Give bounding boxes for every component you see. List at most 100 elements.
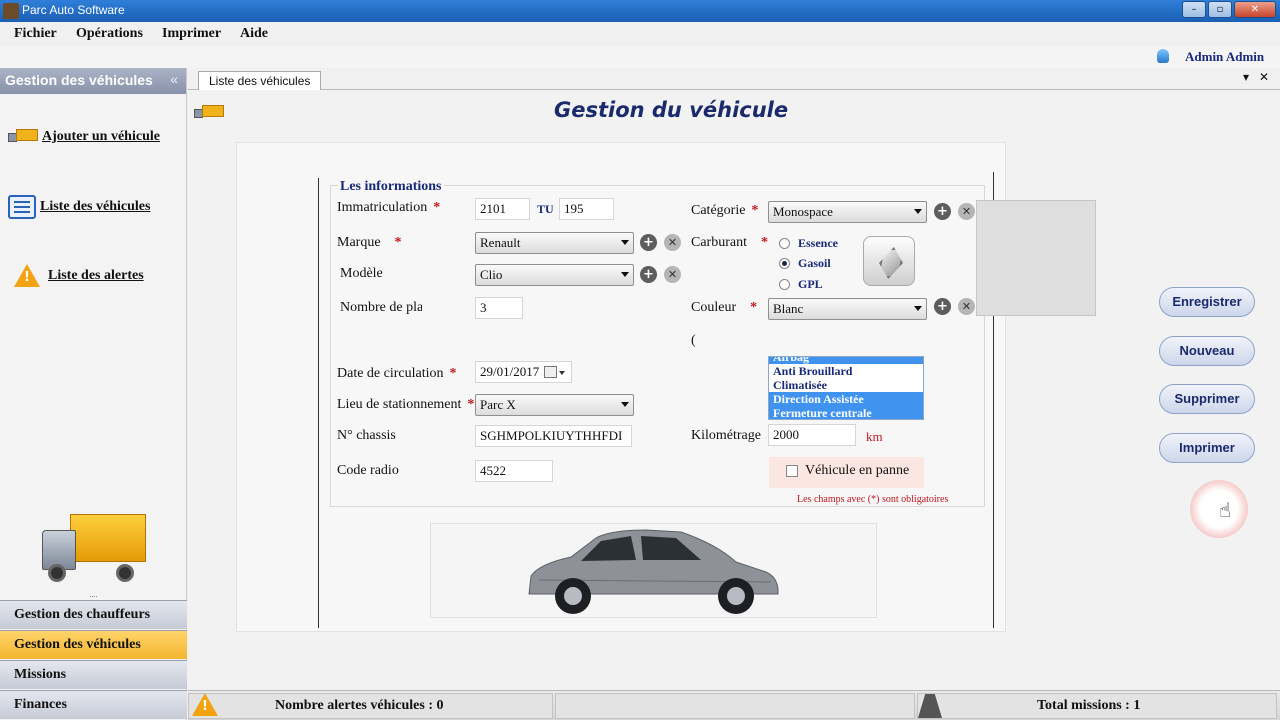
status-bar: Nombre alertes véhicules : 0 Total missi…: [188, 690, 1280, 720]
date-circulation-input[interactable]: 29/01/2017: [475, 361, 572, 383]
truck-icon: [8, 128, 38, 146]
couleur-label: Couleur *: [691, 300, 758, 315]
kilometrage-input[interactable]: 2000: [768, 424, 856, 446]
window-title-bar: Parc Auto Software – ▫ ✕: [0, 0, 1280, 22]
user-bar: Admin Admin: [0, 46, 1280, 68]
sidebar-link-alert-list[interactable]: Liste des alertes: [14, 264, 144, 287]
option-direction-assistee[interactable]: Direction Assistée: [769, 392, 923, 406]
vehicle-photo-box[interactable]: [976, 200, 1096, 316]
marque-label: Marque *: [337, 235, 402, 250]
remove-modele-icon[interactable]: ✕: [664, 266, 681, 283]
add-marque-icon[interactable]: +: [640, 234, 657, 251]
sidebar-link-label: Liste des véhicules: [40, 199, 151, 214]
save-button[interactable]: Enregistrer: [1159, 287, 1255, 317]
sidebar-link-vehicle-list[interactable]: Liste des véhicules: [8, 195, 150, 219]
immatriculation-separator: TU: [537, 202, 554, 216]
nav-missions[interactable]: Missions: [0, 660, 187, 689]
remove-marque-icon[interactable]: ✕: [664, 234, 681, 251]
app-icon: [3, 3, 19, 19]
option-airbag[interactable]: Airbag: [769, 357, 923, 364]
lieu-select[interactable]: Parc X: [475, 394, 634, 416]
options-label-partial: (: [691, 333, 696, 348]
nav-finances[interactable]: Finances: [0, 690, 187, 719]
sidebar-link-label: Liste des alertes: [48, 267, 144, 283]
categorie-label: Catégorie *: [691, 203, 759, 218]
collapse-sidebar-icon[interactable]: «: [170, 71, 178, 87]
tab-vehicle-list[interactable]: Liste des véhicules: [198, 71, 322, 91]
car-icon: [528, 529, 779, 614]
information-group-title: Les informations: [338, 179, 444, 195]
menu-aide[interactable]: Aide: [240, 26, 268, 42]
lieu-label: Lieu de stationnement *: [337, 397, 475, 412]
new-button[interactable]: Nouveau: [1159, 336, 1255, 366]
sidebar-link-add-vehicle[interactable]: Ajouter un véhicule: [8, 128, 160, 146]
radio-code-label: Code radio: [337, 463, 399, 478]
date-circulation-label: Date de circulation *: [337, 366, 457, 381]
immatriculation-part1-input[interactable]: 2101: [475, 198, 530, 220]
fuel-radio-gasoil[interactable]: Gasoil: [779, 256, 831, 271]
window-title: Parc Auto Software: [22, 3, 125, 17]
marque-select[interactable]: Renault: [475, 232, 634, 254]
vehicle-image-box: [430, 523, 877, 618]
add-couleur-icon[interactable]: +: [934, 298, 951, 315]
remove-couleur-icon[interactable]: ✕: [958, 298, 975, 315]
option-anti-brouillard[interactable]: Anti Brouillard: [769, 364, 923, 378]
nav-gestion-chauffeurs[interactable]: Gestion des chauffeurs: [0, 600, 187, 629]
close-window-button[interactable]: ✕: [1234, 1, 1276, 18]
menu-imprimer[interactable]: Imprimer: [162, 26, 221, 42]
places-label: Nombre de pla: [340, 300, 422, 315]
list-icon: [8, 195, 36, 219]
minimize-button[interactable]: –: [1182, 1, 1206, 18]
sidebar-header: Gestion des véhicules «: [0, 68, 186, 94]
panne-checkbox-row[interactable]: Véhicule en panne: [769, 457, 924, 488]
menu-operations[interactable]: Opérations: [76, 26, 143, 42]
chassis-label: N° chassis: [337, 428, 396, 443]
radio-code-input[interactable]: 4522: [475, 460, 553, 482]
user-icon: [1157, 49, 1169, 63]
menu-bar: Fichier Opérations Imprimer Aide: [0, 22, 1280, 46]
delete-button[interactable]: Supprimer: [1159, 384, 1255, 414]
categorie-select[interactable]: Monospace: [768, 201, 927, 223]
sidebar: Gestion des véhicules « Ajouter un véhic…: [0, 68, 187, 720]
modele-select[interactable]: Clio: [475, 264, 634, 286]
tab-menu-icon[interactable]: ▾: [1243, 70, 1249, 84]
required-note: Les champs avec (*) sont obligatoires: [797, 494, 949, 505]
option-climatisee[interactable]: Climatisée: [769, 378, 923, 392]
tab-bar: Liste des véhicules ▾ ✕: [188, 68, 1280, 91]
missions-count: Total missions : 1: [1037, 698, 1141, 713]
calendar-icon[interactable]: [544, 366, 557, 378]
chassis-input[interactable]: SGHMPOLKIUYTHHFDI: [475, 425, 632, 447]
user-name[interactable]: Admin Admin: [1185, 49, 1264, 65]
form-left-border: [318, 178, 319, 628]
fuel-radio-gpl[interactable]: GPL: [779, 277, 823, 292]
truck-illustration-icon: [42, 514, 146, 584]
immatriculation-label: Immatriculation *: [337, 200, 441, 215]
alert-warning-icon: [192, 693, 218, 716]
modele-label: Modèle: [340, 266, 383, 278]
remove-categorie-icon[interactable]: ✕: [958, 203, 975, 220]
immatriculation-part2-input[interactable]: 195: [559, 198, 614, 220]
add-categorie-icon[interactable]: +: [934, 203, 951, 220]
maximize-button[interactable]: ▫: [1208, 1, 1232, 18]
page-title: Gestion du véhicule: [554, 98, 789, 122]
carburant-label: Carburant *: [691, 235, 768, 250]
option-fermeture-centrale[interactable]: Fermeture centrale: [769, 406, 923, 419]
panne-label: Véhicule en panne: [805, 463, 910, 478]
alerts-count: Nombre alertes véhicules : 0: [275, 698, 444, 713]
options-listbox[interactable]: Airbag Anti Brouillard Climatisée Direct…: [768, 356, 924, 420]
menu-fichier[interactable]: Fichier: [14, 26, 57, 42]
fuel-radio-essence[interactable]: Essence: [779, 236, 838, 251]
nav-gestion-vehicules[interactable]: Gestion des véhicules: [0, 630, 187, 659]
main-content: Gestion du véhicule Les informations Imm…: [188, 90, 1280, 690]
add-modele-icon[interactable]: +: [640, 266, 657, 283]
brand-logo-icon: [863, 236, 915, 286]
sidebar-header-title: Gestion des véhicules: [5, 72, 153, 88]
tab-close-icon[interactable]: ✕: [1259, 70, 1269, 84]
sidebar-splitter[interactable]: ....: [0, 590, 187, 599]
date-dropdown-icon[interactable]: [559, 371, 565, 375]
kilometrage-label: Kilométrage: [691, 428, 761, 443]
print-button[interactable]: Imprimer: [1159, 433, 1255, 463]
couleur-select[interactable]: Blanc: [768, 298, 927, 320]
places-input[interactable]: 3: [475, 297, 523, 319]
panne-checkbox[interactable]: [786, 465, 798, 477]
